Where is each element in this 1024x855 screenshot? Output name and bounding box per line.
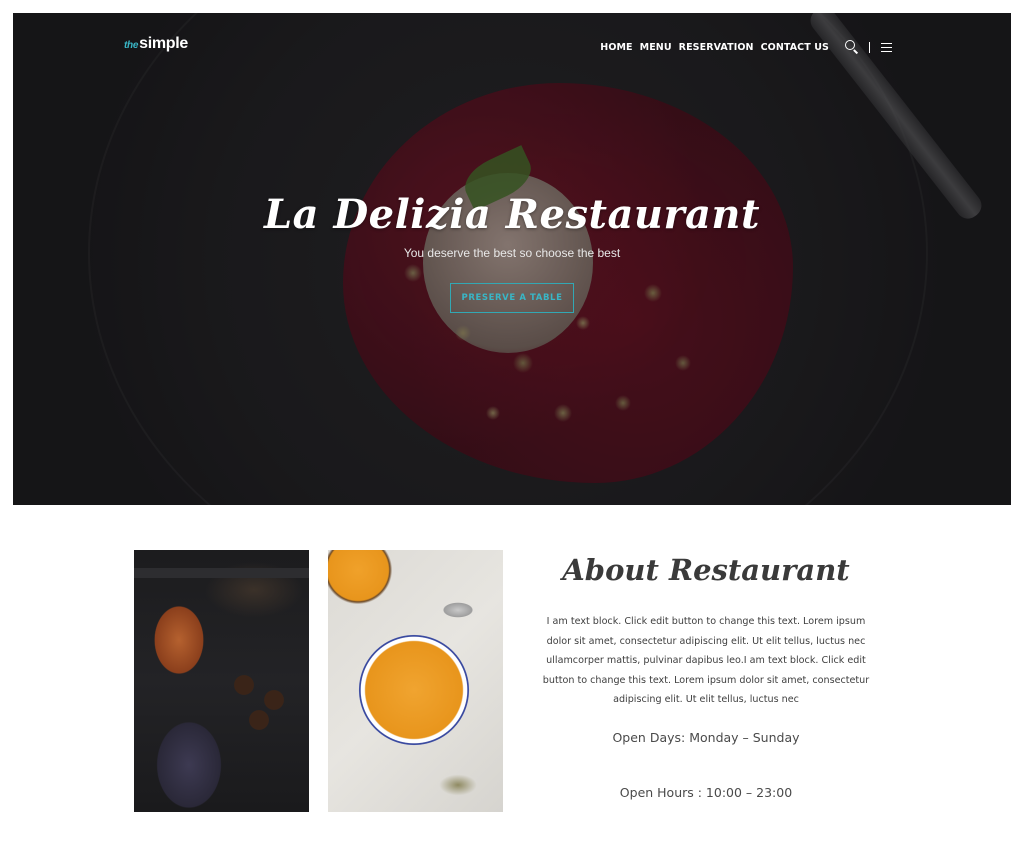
about-text: I am text block. Click edit button to ch… <box>542 616 870 706</box>
hero-section: thesimple HOME MENU RESERVATION CONTACT … <box>13 13 1011 505</box>
open-hours: Open Hours : 10:00 – 23:00 <box>619 785 793 800</box>
logo-prefix: the <box>124 40 139 51</box>
search-icon[interactable] <box>845 40 859 54</box>
main-nav: HOME MENU RESERVATION CONTACT US <box>593 40 892 54</box>
nav-menu[interactable]: MENU <box>640 42 672 53</box>
bread-photo <box>134 550 309 812</box>
menu-icon[interactable] <box>881 42 892 52</box>
nav-reservation[interactable]: RESERVATION <box>679 42 754 53</box>
preserve-table-button[interactable]: PRESERVE A TABLE <box>450 283 574 313</box>
logo-main: simple <box>139 35 188 52</box>
site-logo[interactable]: thesimple <box>124 35 188 53</box>
hero-title: La Delizia Restaurant <box>264 191 760 238</box>
nav-divider <box>869 41 870 53</box>
open-days: Open Days: Monday – Sunday <box>612 730 800 745</box>
hero-subtitle: You deserve the best so choose the best <box>403 246 621 260</box>
nav-home[interactable]: HOME <box>600 42 632 53</box>
soup-photo <box>328 550 503 812</box>
about-title: About Restaurant <box>562 553 850 587</box>
tray-handle <box>134 568 309 578</box>
nav-contact-us[interactable]: CONTACT US <box>761 42 829 53</box>
